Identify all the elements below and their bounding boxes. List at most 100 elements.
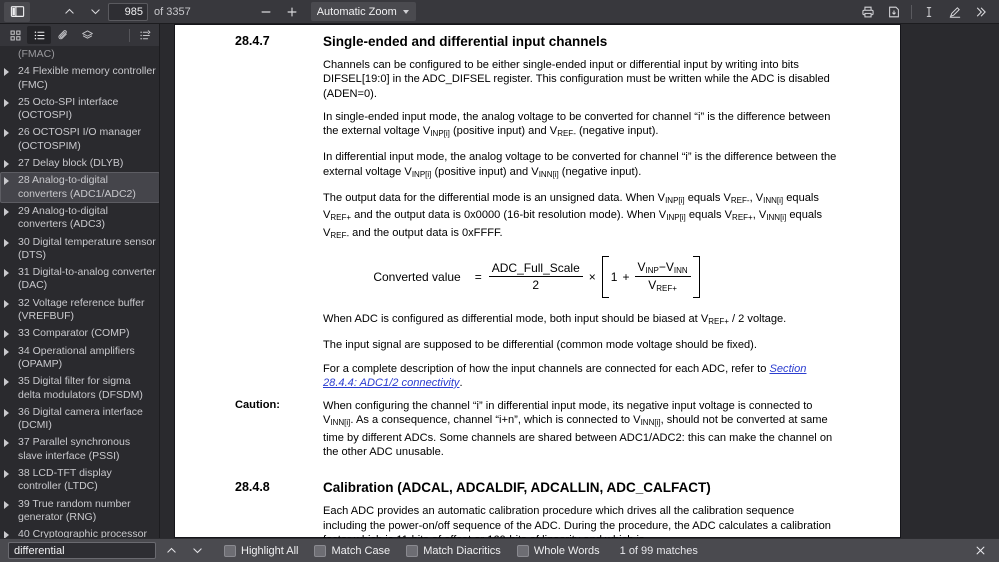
whole-words-label: Whole Words — [533, 544, 600, 557]
draw-tool-button[interactable] — [942, 2, 968, 22]
outline-item[interactable]: 24 Flexible memory controller (FMC) — [0, 63, 159, 94]
outline-item-label: 34 Operational amplifiers (OPAMP) — [18, 344, 135, 370]
find-next-button[interactable] — [186, 542, 208, 560]
zoom-in-button[interactable] — [279, 2, 305, 22]
expand-triangle-icon[interactable] — [4, 347, 15, 356]
outline-item[interactable]: 38 LCD-TFT display controller (LTDC) — [0, 465, 159, 496]
paragraph-8: Each ADC provides an automatic calibrati… — [323, 505, 831, 538]
document-outline-button[interactable] — [27, 26, 51, 44]
outline-item[interactable]: 34 Operational amplifiers (OPAMP) — [0, 343, 159, 374]
outline-item[interactable]: 36 Digital camera interface (DCMI) — [0, 404, 159, 435]
para4-text-g: , V — [752, 209, 767, 222]
expand-triangle-icon[interactable] — [4, 500, 15, 509]
vinn-sub: INN — [673, 266, 688, 276]
find-close-button[interactable] — [969, 541, 991, 561]
outline-item[interactable]: 28 Analog-to-digital converters (ADC1/AD… — [0, 172, 159, 203]
outline-item-label: 30 Digital temperature sensor (DTS) — [18, 235, 156, 261]
para2-sub-1: INP[i] — [430, 129, 450, 139]
expand-triangle-icon[interactable] — [4, 68, 15, 77]
next-page-button[interactable] — [82, 2, 108, 22]
checkbox-box-highlight-all[interactable] — [224, 544, 236, 557]
match-diacritics-label: Match Diacritics — [423, 544, 501, 557]
outline-item[interactable]: 33 Comparator (COMP) — [0, 325, 159, 342]
expand-triangle-icon[interactable] — [4, 207, 15, 216]
expand-triangle-icon[interactable] — [4, 98, 15, 107]
section-28-4-7-body-2: When ADC is configured as differential m… — [323, 312, 838, 390]
expand-triangle-icon[interactable] — [4, 160, 15, 169]
outline-item[interactable]: 40 Cryptographic processor (CRYP) — [0, 526, 159, 538]
caution-text-b: . As a consequence, channel “i+n”, which… — [350, 414, 641, 427]
outline-item-label: 33 Comparator (COMP) — [18, 327, 130, 340]
zoom-out-button[interactable] — [253, 2, 279, 22]
outline-item-label: 25 Octo-SPI interface (OCTOSPI) — [18, 95, 119, 122]
expand-triangle-icon[interactable] — [4, 531, 15, 538]
para4-sub-3: INN[i] — [763, 196, 784, 206]
sidebar-toggle-button[interactable] — [4, 1, 30, 22]
caution-body: When configuring the channel “i” in diff… — [323, 399, 838, 468]
find-previous-button[interactable] — [160, 542, 182, 560]
layers-button[interactable] — [75, 26, 99, 44]
more-tools-button[interactable] — [968, 2, 994, 22]
find-input[interactable] — [8, 542, 156, 559]
expand-triangle-icon[interactable] — [4, 378, 15, 387]
match-diacritics-checkbox[interactable]: Match Diacritics — [406, 544, 501, 557]
thumbnails-view-button[interactable] — [3, 26, 27, 44]
document-outline-list[interactable]: (FMAC) 24 Flexible memory controller (FMC… — [0, 46, 159, 538]
expand-triangle-icon[interactable] — [4, 299, 15, 308]
toolbar-divider — [911, 4, 912, 19]
outline-item[interactable]: 30 Digital temperature sensor (DTS) — [0, 234, 159, 265]
outline-item[interactable]: 32 Voltage reference buffer (VREFBUF) — [0, 295, 159, 326]
sidebar: (FMAC) 24 Flexible memory controller (FMC… — [0, 24, 160, 538]
checkbox-box-match-diacritics[interactable] — [406, 544, 419, 557]
para4-text-a: The output data for the differential mod… — [323, 192, 666, 205]
page-number-input[interactable] — [108, 2, 148, 21]
para3-text-c: (negative input). — [558, 165, 642, 178]
outline-item[interactable]: 35 Digital filter for sigma delta modula… — [0, 373, 159, 404]
expand-triangle-icon[interactable] — [4, 408, 15, 417]
vinn-v: V — [665, 260, 674, 275]
para5-text-a: When ADC is configured as differential m… — [323, 312, 709, 325]
sidebar-toolbar — [0, 24, 159, 46]
outline-item[interactable]: (FMAC) — [0, 46, 159, 63]
outline-item[interactable]: 29 Analog-to-digital converters (ADC3) — [0, 203, 159, 234]
previous-page-button[interactable] — [56, 2, 82, 22]
expand-triangle-icon[interactable] — [4, 177, 15, 186]
outline-item[interactable]: 25 Octo-SPI interface (OCTOSPI) — [0, 94, 159, 125]
formula-fraction-2: VINP−VINN VREF+ — [634, 260, 691, 294]
current-outline-item-button[interactable] — [133, 26, 157, 44]
zoom-level-select[interactable]: Automatic ZoomActual SizePage FitPage Wi… — [310, 2, 416, 21]
expand-triangle-icon[interactable] — [4, 129, 15, 138]
caution-label: Caution: — [235, 399, 280, 412]
expand-triangle-icon[interactable] — [4, 439, 15, 448]
vinp-sub: INP — [645, 266, 659, 276]
outline-item[interactable]: 26 OCTOSPI I/O manager (OCTOSPIM) — [0, 124, 159, 155]
para4-sub-2: REF- — [730, 196, 750, 206]
save-download-button[interactable] — [881, 2, 907, 22]
print-button[interactable] — [855, 2, 881, 22]
highlight-all-checkbox[interactable]: Highlight All — [224, 544, 298, 557]
match-case-checkbox[interactable]: Match Case — [314, 544, 390, 557]
formula-numerator-1: ADC_Full_Scale — [491, 261, 580, 276]
formula-bracket-contents: 1 + VINP−VINN VREF+ — [608, 260, 694, 293]
attachments-button[interactable] — [51, 26, 75, 44]
outline-item[interactable]: 31 Digital-to-analog converter (DAC) — [0, 264, 159, 295]
para2-sub-2: REF- — [557, 129, 576, 139]
section-heading-28-4-7: 28.4.7 Single-ended and differential inp… — [235, 34, 838, 49]
expand-triangle-icon[interactable] — [4, 470, 15, 479]
checkbox-box-match-case[interactable] — [314, 544, 327, 557]
vref-sub: REF+ — [656, 284, 677, 294]
document-viewer[interactable]: 28.4.7 Single-ended and differential inp… — [161, 24, 999, 538]
checkbox-box-whole-words[interactable] — [516, 544, 529, 557]
expand-triangle-icon[interactable] — [4, 238, 15, 247]
paragraph-4: The output data for the differential mod… — [323, 191, 838, 243]
whole-words-checkbox[interactable]: Whole Words — [516, 544, 600, 557]
expand-triangle-icon[interactable] — [4, 269, 15, 278]
text-select-tool-button[interactable] — [916, 2, 942, 22]
outline-item-label: 37 Parallel synchronous slave interface … — [18, 436, 131, 462]
para7-end: . — [459, 376, 463, 389]
outline-item[interactable]: 39 True random number generator (RNG) — [0, 496, 159, 527]
expand-triangle-icon[interactable] — [4, 330, 15, 339]
section-28-4-7-body: Channels can be configured to be either … — [323, 58, 838, 243]
outline-item[interactable]: 37 Parallel synchronous slave interface … — [0, 434, 159, 465]
outline-item[interactable]: 27 Delay block (DLYB) — [0, 155, 159, 172]
